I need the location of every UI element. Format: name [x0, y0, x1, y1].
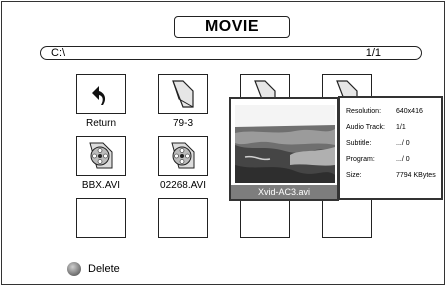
preview-thumbnail: [235, 105, 335, 183]
folder-icon: [172, 80, 194, 108]
current-path: C:\: [51, 47, 66, 59]
video-preview: Xvid-AC3.avi: [229, 97, 339, 201]
empty-slot[interactable]: [322, 198, 372, 238]
delete-label: Delete: [88, 263, 120, 275]
info-program: Program: .../ 0: [346, 156, 410, 163]
info-resolution: Resolution: 640x416: [346, 108, 423, 115]
video-label-02268: 02268.AVI: [160, 180, 206, 191]
return-tile[interactable]: [76, 74, 126, 114]
info-subtitle: Subtitle: .../ 0: [346, 140, 410, 147]
page-title: MOVIE: [174, 16, 290, 38]
video-tile-bbx[interactable]: [76, 136, 126, 176]
film-reel-icon: [89, 142, 113, 169]
file-info-panel: Resolution: 640x416 Audio Track: 1/1 Subti…: [338, 96, 443, 200]
video-label-bbx: BBX.AVI: [81, 180, 121, 191]
return-label: Return: [85, 118, 116, 129]
empty-slot[interactable]: [240, 198, 290, 238]
empty-slot[interactable]: [76, 198, 126, 238]
info-audio-track: Audio Track: 1/1: [346, 124, 406, 131]
return-arrow-icon: [92, 86, 106, 105]
preview-filename: Xvid-AC3.avi: [231, 185, 337, 199]
film-reel-icon: [171, 142, 195, 169]
video-tile-02268[interactable]: [158, 136, 208, 176]
empty-slot[interactable]: [158, 198, 208, 238]
delete-button[interactable]: Delete: [67, 262, 120, 276]
info-size: Size: 7794 KBytes: [346, 172, 436, 179]
folder-label-79-3: 79-3: [172, 118, 193, 129]
path-bar: C:\ 1/1: [40, 46, 422, 60]
folder-tile-79-3[interactable]: [158, 74, 208, 114]
page-indicator: 1/1: [365, 47, 381, 59]
delete-icon: [67, 262, 81, 276]
